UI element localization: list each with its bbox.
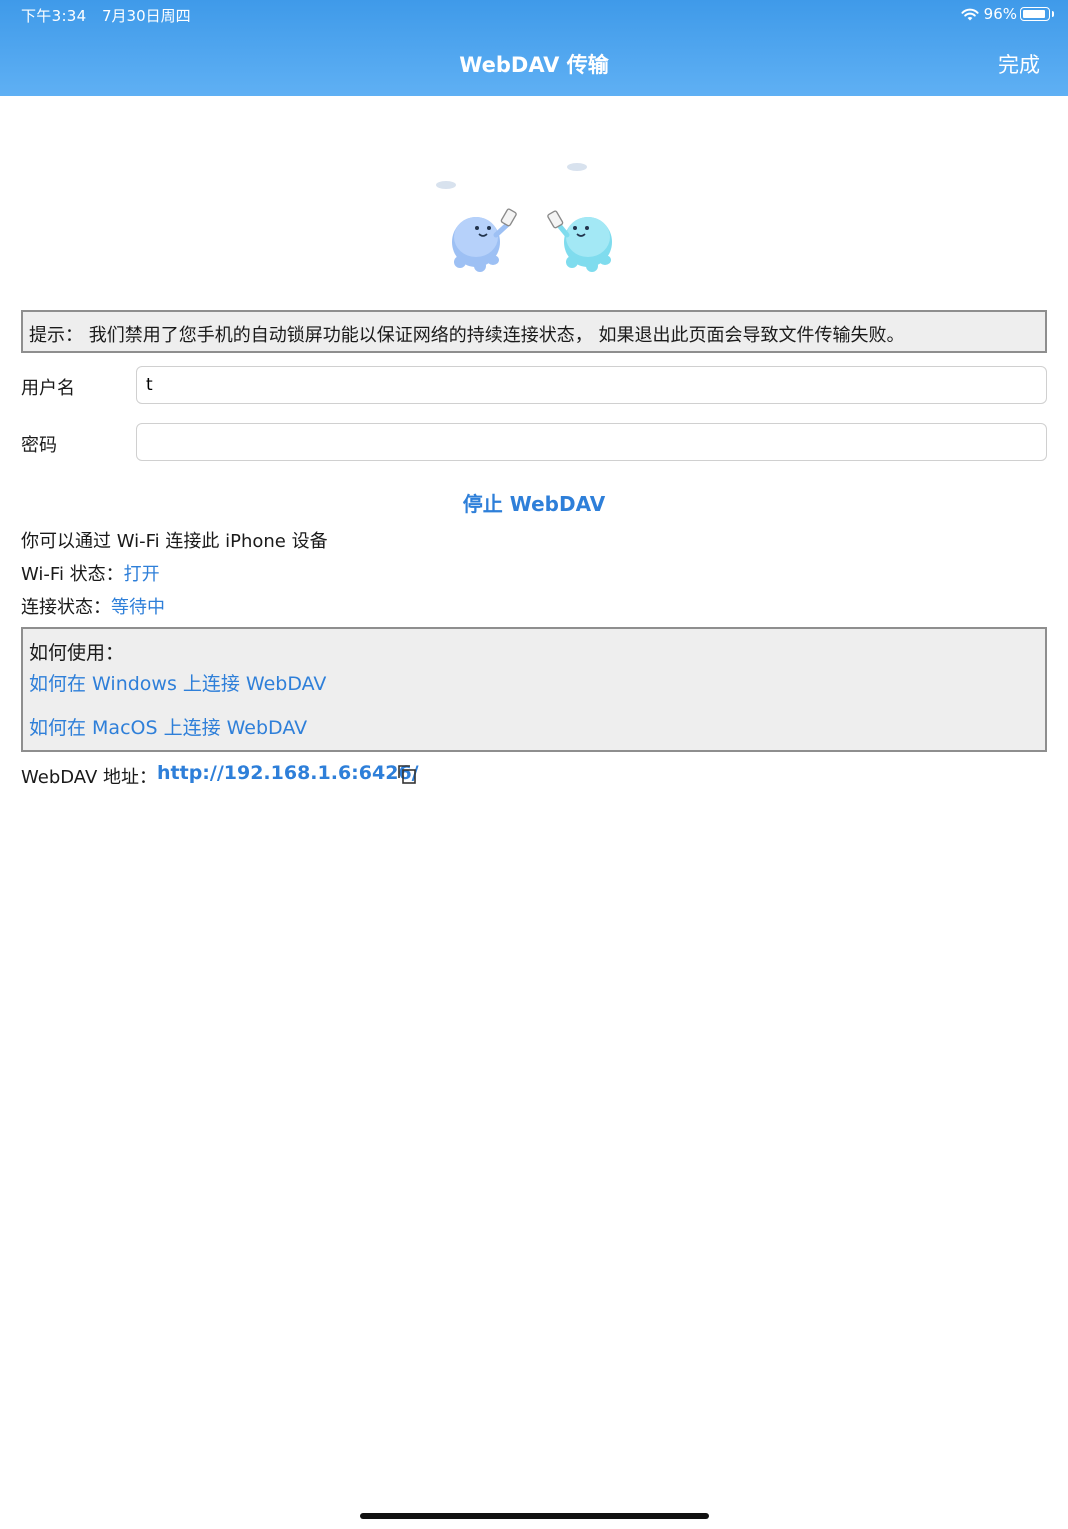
status-date: 7月30日周四 [102, 7, 191, 25]
copy-icon[interactable] [396, 763, 418, 785]
connection-status-row: 连接状态：等待中 [21, 593, 165, 619]
howto-box: 如何使用： 如何在 Windows 上连接 WebDAV 如何在 MacOS 上… [21, 627, 1047, 752]
connection-status-value: 等待中 [111, 597, 165, 618]
password-label: 密码 [21, 435, 57, 456]
wifi-status-value: 打开 [123, 564, 160, 585]
cloud-right [567, 163, 587, 171]
cloud-left [436, 181, 456, 189]
howto-title: 如何使用： [29, 642, 125, 664]
username-label: 用户名 [21, 378, 75, 399]
howto-windows-link[interactable]: 如何在 Windows 上连接 WebDAV [29, 669, 326, 696]
page-title: WebDAV 传输 [459, 53, 609, 77]
done-button[interactable]: 完成 [998, 49, 1040, 79]
webdav-address-label: WebDAV 地址： [21, 767, 157, 788]
transfer-illustration [436, 163, 612, 272]
right-character [547, 210, 612, 272]
wifi-icon [961, 8, 979, 21]
left-character [452, 208, 517, 272]
status-indicators: 96% [960, 5, 1054, 23]
tip-box: 提示： 我们禁用了您手机的自动锁屏功能以保证网络的持续连接状态， 如果退出此页面… [21, 310, 1047, 353]
webdav-address-url[interactable]: http://192.168.1.6:6426/ [157, 762, 419, 784]
navigation-header: 下午3:34 7月30日周四 96% WebDAV 传输 完成 [0, 0, 1068, 96]
status-time: 下午3:34 [21, 7, 87, 25]
battery-icon [1020, 7, 1054, 21]
home-indicator [360, 1513, 709, 1519]
stop-webdav-button[interactable]: 停止 WebDAV [0, 488, 1068, 517]
username-input[interactable] [136, 366, 1047, 404]
wifi-status-label: Wi-Fi 状态： [21, 564, 124, 585]
howto-macos-link[interactable]: 如何在 MacOS 上连接 WebDAV [29, 713, 307, 740]
connect-hint: 你可以通过 Wi-Fi 连接此 iPhone 设备 [21, 531, 328, 552]
password-input[interactable] [136, 423, 1047, 461]
connection-status-label: 连接状态： [21, 597, 111, 618]
battery-percent: 96% [983, 5, 1017, 23]
wifi-status-row: Wi-Fi 状态：打开 [21, 560, 160, 586]
